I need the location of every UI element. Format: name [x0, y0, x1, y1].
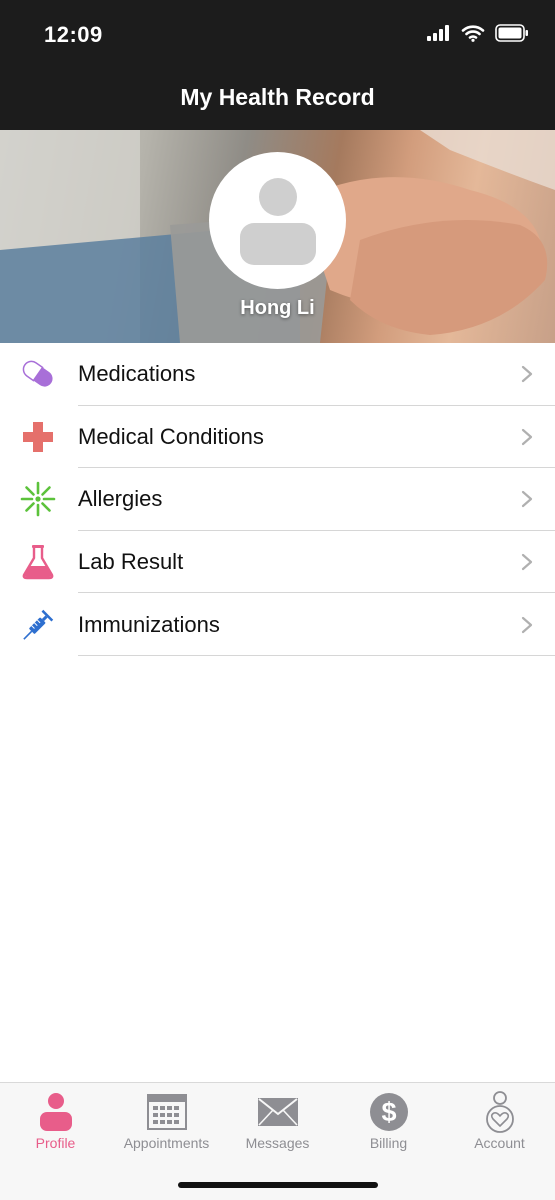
account-heart-icon: [478, 1091, 522, 1133]
status-icons: [427, 24, 529, 42]
person-placeholder-icon: [239, 177, 316, 265]
pill-icon: [20, 356, 56, 392]
menu-item-label: Immunizations: [78, 611, 220, 637]
wifi-icon: [461, 25, 485, 42]
calendar-icon: [145, 1091, 189, 1133]
syringe-icon: [20, 607, 56, 643]
menu-item-label: Medical Conditions: [78, 423, 264, 449]
menu-item-medical-conditions[interactable]: Medical Conditions: [0, 406, 555, 469]
chevron-right-icon: [521, 616, 533, 633]
page-title: My Health Record: [180, 84, 375, 110]
chevron-right-icon: [521, 553, 533, 571]
dollar-icon: $: [367, 1091, 411, 1133]
medical-cross-icon: [20, 419, 56, 455]
tab-account[interactable]: Account: [444, 1083, 555, 1161]
tab-label: Billing: [369, 1135, 408, 1151]
menu-item-label: Medications: [78, 361, 196, 387]
chevron-right-icon: [521, 428, 533, 445]
chevron-right-icon: [521, 366, 533, 383]
person-icon: [34, 1091, 78, 1133]
health-record-menu: Medications Medical Conditions Allergies…: [0, 343, 555, 656]
tab-appointments[interactable]: Appointments: [111, 1083, 222, 1161]
divider: [78, 654, 555, 656]
tab-label: Messages: [245, 1135, 310, 1151]
menu-item-medications[interactable]: Medications: [0, 343, 555, 406]
svg-text:$: $: [381, 1097, 396, 1127]
tab-label: Profile: [35, 1135, 76, 1151]
profile-banner: Hong Li: [0, 130, 555, 343]
menu-item-lab-result[interactable]: Lab Result: [0, 531, 555, 594]
profile-name: Hong Li: [240, 297, 315, 319]
envelope-icon: [256, 1091, 300, 1133]
tab-profile[interactable]: Profile: [0, 1083, 111, 1161]
status-time: 12:09: [44, 22, 103, 47]
avatar[interactable]: [209, 152, 346, 289]
tab-label: Appointments: [123, 1135, 210, 1151]
cellular-signal-icon: [427, 25, 449, 41]
battery-icon: [495, 24, 528, 42]
tab-label: Account: [474, 1135, 525, 1151]
menu-item-allergies[interactable]: Allergies: [0, 468, 555, 531]
menu-item-immunizations[interactable]: Immunizations: [0, 593, 555, 656]
chevron-right-icon: [521, 491, 533, 508]
top-bar: 12:09 My Health Record: [0, 0, 555, 130]
tab-messages[interactable]: Messages: [222, 1083, 333, 1161]
tab-billing[interactable]: $ Billing: [333, 1083, 444, 1161]
allergen-burst-icon: [20, 481, 56, 517]
flask-icon: [20, 544, 56, 580]
menu-item-label: Allergies: [78, 486, 163, 512]
menu-item-label: Lab Result: [78, 549, 184, 575]
home-indicator[interactable]: [178, 1182, 378, 1188]
